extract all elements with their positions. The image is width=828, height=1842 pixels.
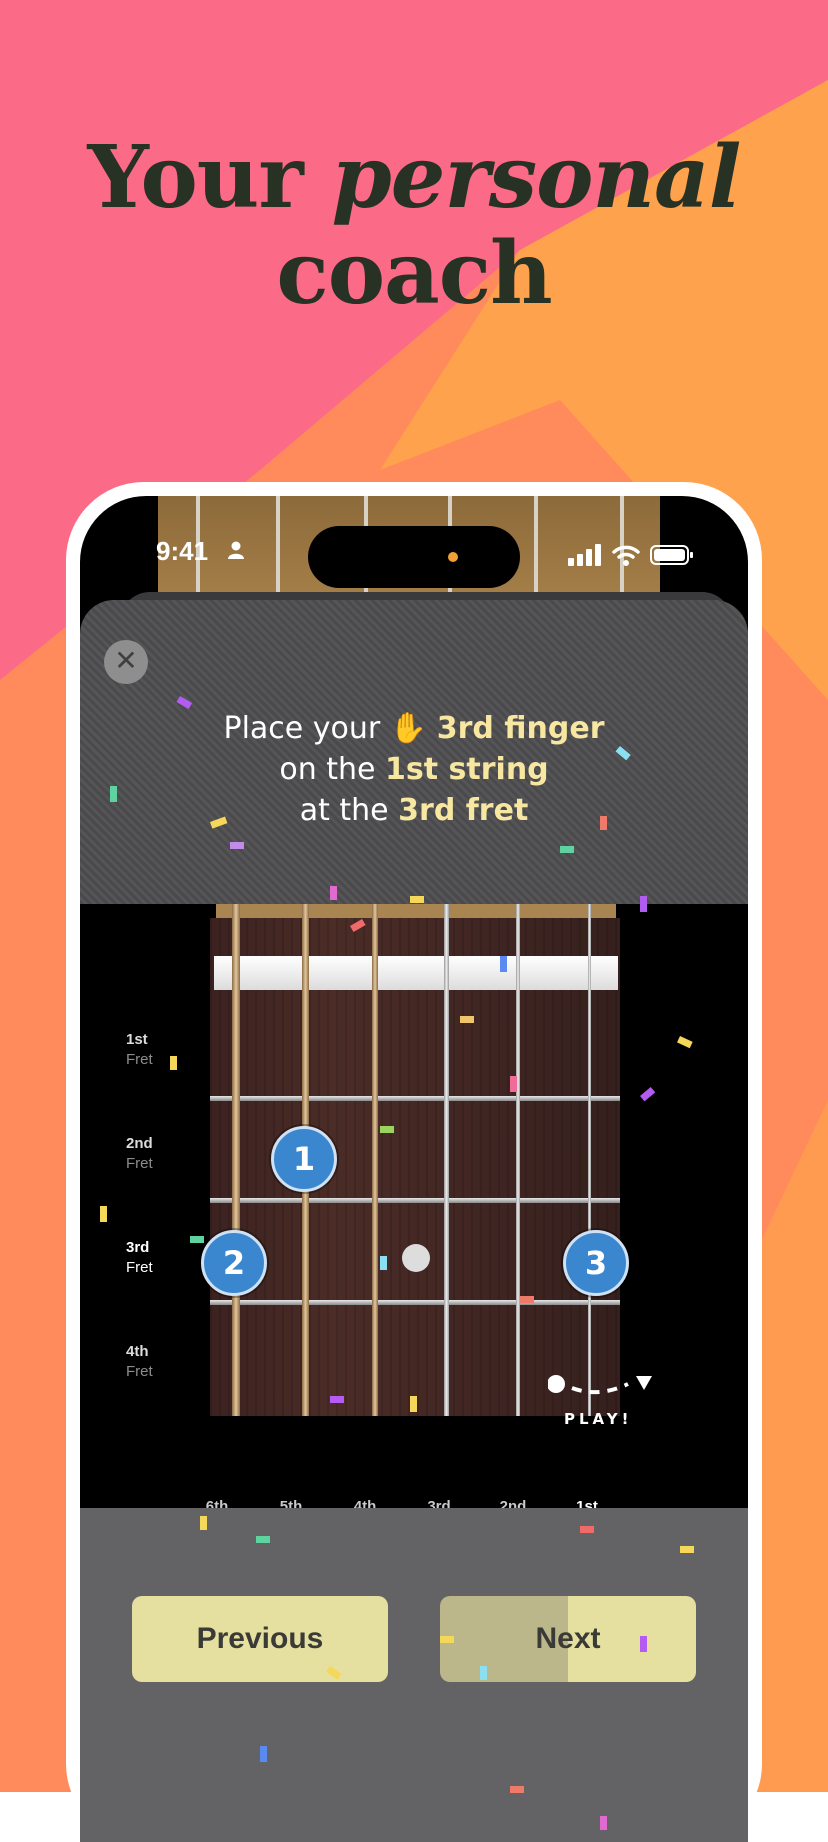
instruction-fret: 3rd fret — [398, 793, 529, 828]
finger-marker-1[interactable]: 1 — [271, 1126, 337, 1192]
fret-2 — [210, 1198, 620, 1203]
play-label: PLAY! — [564, 1410, 633, 1428]
battery-icon — [650, 545, 693, 565]
play-hint[interactable]: PLAY! — [548, 1375, 652, 1428]
phone-frame: 9:41 ✕ Place your ✋ 3rd finger on the 1s… — [66, 482, 762, 1842]
fret-label-num: 3rd — [126, 1239, 150, 1256]
finger-marker-3[interactable]: 3 — [563, 1230, 629, 1296]
status-time: 9:41 — [156, 536, 209, 566]
fret-1 — [210, 1096, 620, 1101]
string-1 — [588, 904, 591, 1416]
target-position-dot — [402, 1244, 430, 1272]
person-icon — [228, 541, 244, 559]
instruction-finger: 3rd finger — [436, 711, 605, 746]
fret-label-1: 1st Fret — [126, 1030, 153, 1070]
page-headline: Your personal coach — [0, 130, 828, 322]
headstock-edge — [216, 904, 616, 918]
instruction-string: 1st string — [385, 752, 549, 787]
guitar-nut — [214, 956, 618, 990]
instruction-part3: at the — [299, 793, 389, 828]
fret-label-word: Fret — [126, 1155, 153, 1172]
string-4 — [372, 904, 378, 1416]
cellular-signal-icon — [568, 544, 601, 566]
fret-label-word: Fret — [126, 1051, 153, 1068]
dynamic-island — [308, 526, 520, 588]
string-2 — [516, 904, 520, 1416]
string-6 — [232, 904, 240, 1416]
finger-marker-2[interactable]: 2 — [201, 1230, 267, 1296]
instruction-text: Place your ✋ 3rd finger on the 1st strin… — [80, 708, 748, 831]
close-button[interactable]: ✕ — [104, 640, 148, 684]
next-button[interactable]: Next — [440, 1596, 696, 1682]
close-icon: ✕ — [114, 644, 138, 677]
fret-label-num: 1st — [126, 1031, 148, 1048]
wifi-icon — [612, 545, 640, 566]
fret-label-3: 3rd Fret — [126, 1238, 153, 1278]
hand-icon: ✋ — [389, 711, 428, 746]
fret-label-2: 2nd Fret — [126, 1134, 153, 1174]
play-arrow-icon — [548, 1375, 652, 1395]
fretboard-area: 1st Fret 2nd Fret 3rd Fret 4th Fret 1 2 … — [80, 904, 748, 1496]
fret-label-num: 2nd — [126, 1135, 153, 1152]
instruction-part1: Place your — [223, 711, 381, 746]
headline-line2: coach — [276, 223, 552, 324]
fret-label-word: Fret — [126, 1259, 153, 1276]
instruction-card: ✕ Place your ✋ 3rd finger on the 1st str… — [80, 600, 748, 904]
fret-label-4: 4th Fret — [126, 1342, 153, 1382]
string-3 — [444, 904, 449, 1416]
headline-italic: personal — [331, 127, 742, 228]
instruction-part2: on the — [279, 752, 376, 787]
fret-label-word: Fret — [126, 1363, 153, 1380]
headline-plain: Your — [87, 127, 332, 228]
phone-screen: 9:41 ✕ Place your ✋ 3rd finger on the 1s… — [80, 496, 748, 1842]
fret-label-num: 4th — [126, 1343, 149, 1360]
status-icons — [568, 544, 694, 566]
fret-3 — [210, 1300, 620, 1305]
previous-button[interactable]: Previous — [132, 1596, 388, 1682]
